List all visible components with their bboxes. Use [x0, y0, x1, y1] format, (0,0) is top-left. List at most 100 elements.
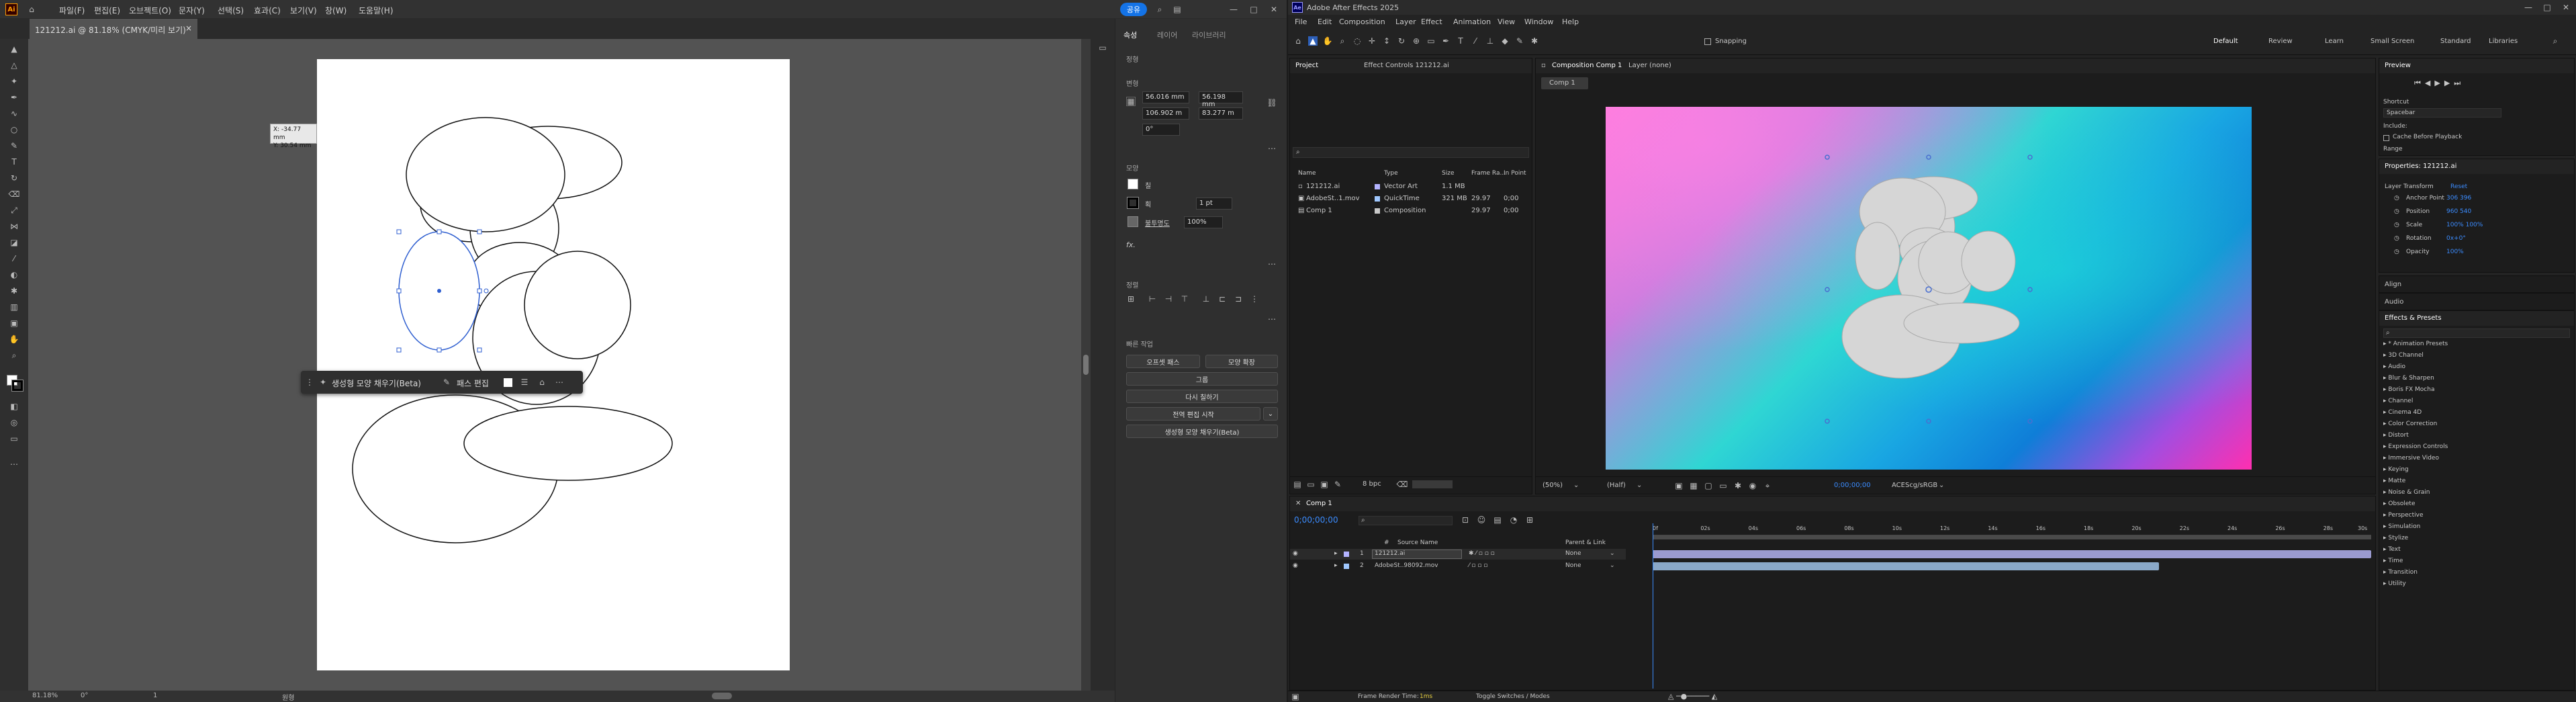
col-type[interactable]: Type — [1384, 170, 1398, 177]
expand-shape-button[interactable]: 모양 확장 — [1205, 355, 1278, 368]
label-color[interactable] — [1375, 184, 1380, 189]
ae-menu-layer[interactable]: Layer — [1395, 17, 1416, 26]
graph-editor-icon[interactable]: ⊞ — [1525, 515, 1534, 525]
minimize-icon[interactable]: — — [1229, 5, 1238, 14]
ae-menu-file[interactable]: File — [1295, 17, 1307, 26]
stopwatch-icon[interactable]: ◷ — [2394, 195, 2399, 202]
artboard-tool-icon[interactable]: ▣ — [9, 318, 19, 328]
bpc-label[interactable]: 8 bpc — [1363, 480, 1381, 488]
ae-menu-composition[interactable]: Composition — [1339, 17, 1385, 26]
cache-checkbox[interactable] — [2383, 135, 2389, 141]
ae-dolly-icon[interactable]: ↕ — [1382, 36, 1391, 46]
prop-value[interactable]: 100% 100% — [2446, 222, 2483, 228]
effect-category[interactable]: ▸ Blur & Sharpen — [2383, 375, 2434, 382]
gen-fill-props-button[interactable]: 생성형 모양 채우기(Beta) — [1126, 425, 1278, 438]
parent-dropdown[interactable]: None — [1565, 550, 1581, 557]
parent-dropdown[interactable]: None — [1565, 562, 1581, 569]
menu-edit[interactable]: 편집(E) — [94, 5, 120, 16]
scroll-thumb[interactable] — [1083, 355, 1089, 375]
parent-chevron-icon[interactable]: ⌄ — [1610, 562, 1615, 569]
thumbnail-slider[interactable] — [1412, 480, 1453, 488]
pen-tool-icon[interactable]: ✒ — [9, 93, 19, 102]
stopwatch-icon[interactable]: ◷ — [2394, 249, 2399, 255]
ae-roto-icon[interactable]: ✎ — [1515, 36, 1524, 46]
preview-tab[interactable]: Preview — [2385, 62, 2411, 69]
effect-category[interactable]: ▸ Simulation — [2383, 523, 2420, 530]
workspace-default[interactable]: Default — [2213, 38, 2238, 45]
stroke-swatch[interactable] — [11, 380, 24, 392]
layer-label-color[interactable] — [1344, 552, 1349, 557]
direct-selection-icon[interactable]: △ — [9, 60, 19, 70]
stopwatch-icon[interactable]: ◷ — [2394, 208, 2399, 215]
label-color[interactable] — [1375, 208, 1380, 214]
artboard[interactable] — [317, 59, 790, 670]
time-ruler[interactable]: 0f 02s 04s 06s 08s 10s 12s 14s 16s 18s 20s 22s 24s 26… — [1653, 523, 2371, 535]
comments-icon[interactable]: ▭ — [1098, 43, 1107, 52]
frame-blend-icon[interactable]: ▤ — [1493, 515, 1502, 525]
menu-select[interactable]: 선택(S) — [218, 5, 244, 16]
ae-orbit-icon[interactable]: ◌ — [1352, 36, 1362, 46]
effect-category[interactable]: ▸ Cinema 4D — [2383, 409, 2422, 416]
interpret-footage-icon[interactable]: ▤ — [1293, 480, 1302, 489]
col-in-point[interactable]: In Point — [1504, 170, 1526, 177]
tab-layers[interactable]: 레이어 — [1157, 30, 1177, 40]
zoom-tool-icon[interactable]: ⌕ — [9, 351, 19, 360]
distribute-icon[interactable]: ⋮ — [1250, 294, 1259, 304]
ae-menu-window[interactable]: Window — [1524, 17, 1553, 26]
effect-category[interactable]: ▸ Immersive Video — [2383, 455, 2439, 462]
workspace-small-screen[interactable]: Small Screen — [2371, 38, 2414, 45]
align-tab[interactable]: Align — [2385, 281, 2401, 288]
effect-category[interactable]: ▸ Perspective — [2383, 512, 2424, 519]
transparency-grid-icon[interactable]: ▦ — [1689, 481, 1698, 490]
color-space-dropdown[interactable]: ACEScg/sRGB — [1892, 482, 1937, 489]
effects-tab[interactable]: Effects & Presets — [2385, 314, 2442, 322]
align-vcenter-icon[interactable]: ⊏ — [1217, 294, 1227, 304]
expand-arrow-icon[interactable]: ▸ — [1334, 550, 1338, 557]
vertical-scrollbar[interactable] — [1081, 39, 1091, 692]
maximize-icon[interactable]: □ — [1249, 5, 1258, 14]
prop-value[interactable]: 960 540 — [2446, 208, 2471, 215]
comp-subtab[interactable]: Comp 1 — [1541, 77, 1588, 89]
project-search[interactable]: ⌕ — [1293, 147, 1529, 158]
col-source-name[interactable]: Source Name — [1397, 539, 1438, 546]
ae-menu-view[interactable]: View — [1498, 17, 1515, 26]
menu-file[interactable]: 파일(F) — [59, 5, 85, 16]
comp-ellipse[interactable] — [1903, 302, 2020, 344]
prop-value[interactable]: 306 396 — [2446, 195, 2471, 202]
close-icon[interactable]: ✕ — [1269, 5, 1279, 14]
effect-category[interactable]: ▸ Text — [2383, 546, 2401, 553]
layer-row[interactable]: ◉ ▸ 1 121212.ai ✱ ⁄ ▫ ▫ ▫ None ⌄ — [1290, 549, 1626, 560]
align-left-icon[interactable]: ⊢ — [1148, 294, 1157, 304]
mask-visibility-icon[interactable]: ▢ — [1704, 481, 1713, 490]
h-scroll-thumb[interactable] — [712, 693, 732, 699]
col-size[interactable]: Size — [1442, 170, 1454, 177]
properties-tab[interactable]: Properties: 121212.ai — [2385, 163, 2456, 170]
ae-close-icon[interactable]: ✕ — [2561, 3, 2571, 12]
playback-controls[interactable]: ⏮◀▶▶⏭ — [2414, 79, 2465, 88]
composition-viewer[interactable] — [1606, 107, 2252, 470]
prop-value[interactable]: 0x+0° — [2446, 235, 2466, 242]
ae-home-icon[interactable]: ⌂ — [1293, 36, 1303, 46]
hand-tool-icon[interactable]: ✋ — [9, 335, 19, 344]
effect-category[interactable]: ▸ Noise & Grain — [2383, 489, 2430, 496]
share-button[interactable]: 공유 — [1120, 3, 1147, 16]
zoom-level[interactable]: 81.18% — [32, 692, 58, 699]
timeline-close-icon[interactable]: ✕ — [1295, 500, 1301, 507]
magnification-dropdown[interactable]: (50%) — [1543, 482, 1563, 489]
menu-help[interactable]: 도움말(H) — [359, 5, 394, 16]
stopwatch-icon[interactable]: ◷ — [2394, 235, 2399, 242]
resolution-dropdown[interactable]: (Half) — [1607, 482, 1626, 489]
lock-icon[interactable]: ▫ — [1541, 62, 1546, 69]
global-edit-dropdown[interactable]: ⌄ — [1263, 407, 1278, 421]
tab-properties[interactable]: 속성 — [1123, 30, 1137, 40]
ae-brush-icon[interactable]: ⁄ — [1471, 36, 1480, 46]
project-row[interactable]: ▫ 121212.ai Vector Art 1.1 MB — [1290, 181, 1532, 193]
effect-category[interactable]: ▸ Boris FX Mocha — [2383, 386, 2434, 393]
toggle-switches-modes[interactable]: Toggle Switches / Modes — [1476, 693, 1550, 700]
eraser-icon[interactable]: ⌫ — [9, 189, 20, 199]
magnification-chevron-icon[interactable]: ⌄ — [1573, 482, 1579, 489]
visibility-eye-icon[interactable]: ◉ — [1293, 562, 1298, 569]
width-tool-icon[interactable]: ⋈ — [9, 222, 19, 231]
drag-handle-icon[interactable]: ⋮ — [305, 378, 314, 387]
menu-object[interactable]: 오브젝트(O) — [129, 5, 171, 16]
